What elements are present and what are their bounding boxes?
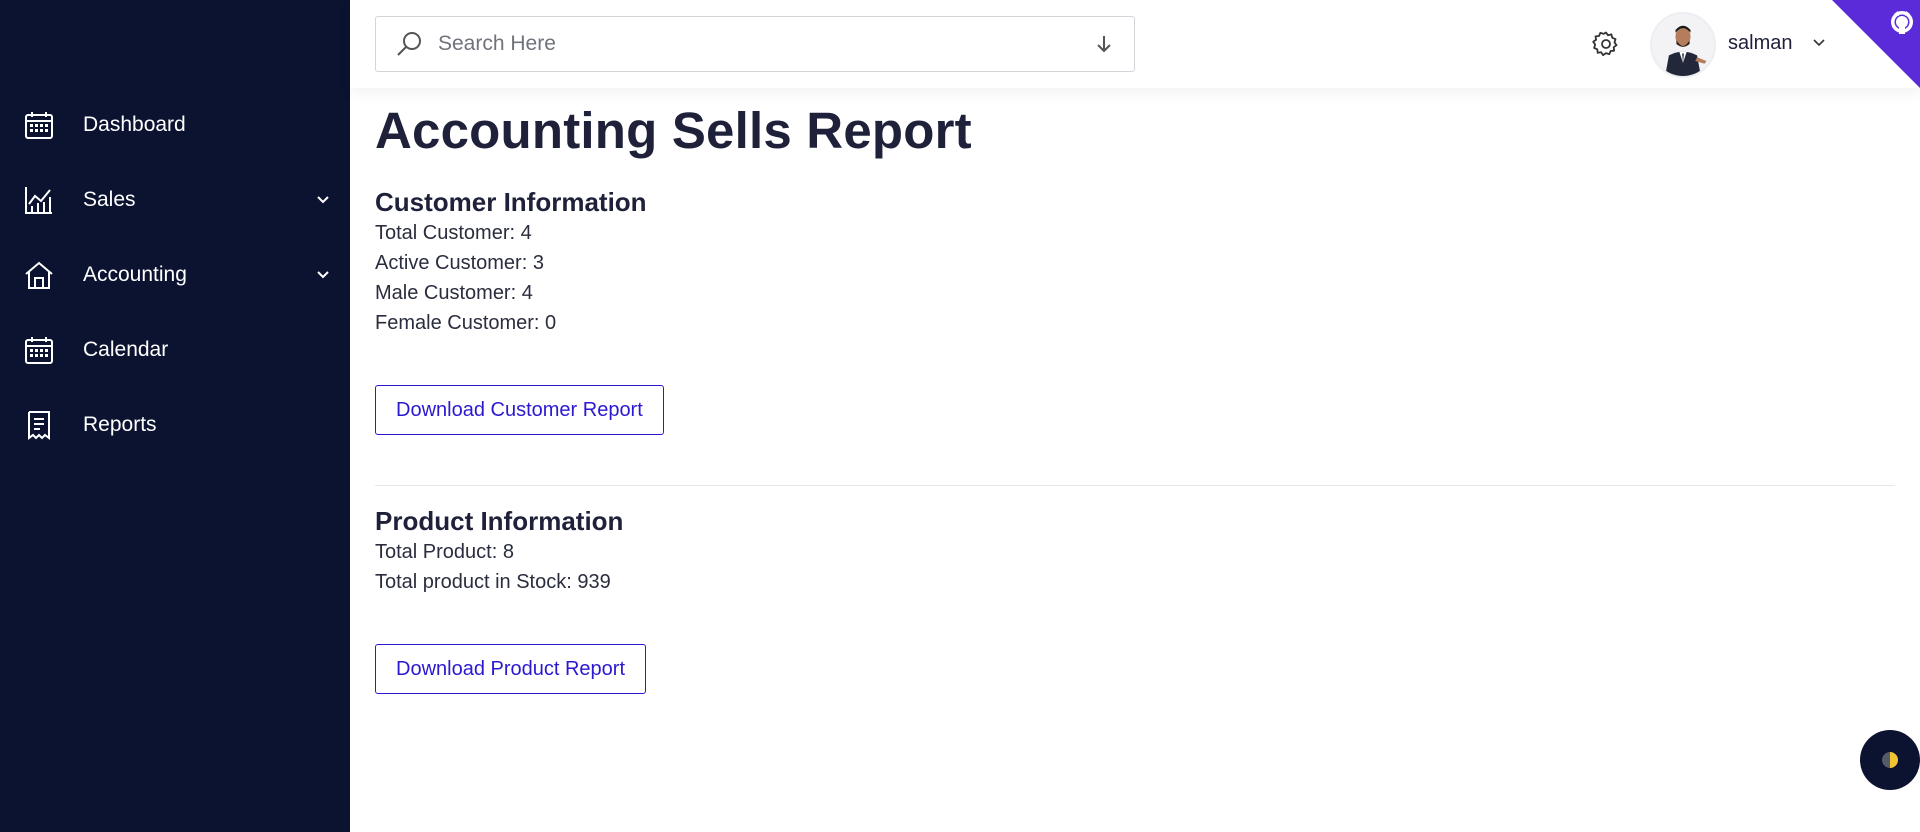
- download-product-report-button[interactable]: Download Product Report: [375, 644, 647, 694]
- sidebar-item-label: Accounting: [83, 262, 187, 286]
- sidebar-item-label: Dashboard: [83, 112, 186, 136]
- chevron-down-icon[interactable]: [314, 266, 332, 284]
- sidebar-item-sales[interactable]: Sales: [0, 162, 350, 237]
- arrow-down-icon[interactable]: [1092, 32, 1116, 56]
- search-icon[interactable]: [394, 29, 424, 59]
- receipt-icon: [22, 408, 56, 442]
- github-corner-banner[interactable]: [1832, 0, 1920, 88]
- calendar-icon: [22, 333, 56, 367]
- sidebar-item-reports[interactable]: Reports: [0, 387, 350, 462]
- sidebar: Dashboard Sales Accounting Calendar Repo…: [0, 0, 350, 832]
- sidebar-item-label: Calendar: [83, 337, 169, 361]
- sidebar-item-accounting[interactable]: Accounting: [0, 237, 350, 312]
- product-section: Product Information Total Product: 8 Tot…: [375, 506, 1895, 694]
- main-content: Accounting Sells Report Customer Informa…: [375, 88, 1895, 694]
- section-heading: Customer Information: [375, 187, 647, 217]
- chevron-down-icon[interactable]: [1812, 36, 1826, 50]
- search-bar: [375, 16, 1135, 72]
- half-moon-icon: [1882, 752, 1898, 768]
- sidebar-item-calendar[interactable]: Calendar: [0, 312, 350, 387]
- search-input[interactable]: [438, 32, 1092, 56]
- section-heading: Product Information: [375, 506, 624, 536]
- username[interactable]: salman: [1728, 32, 1792, 55]
- gear-icon[interactable]: [1592, 30, 1620, 58]
- page-title: Accounting Sells Report: [375, 102, 972, 159]
- download-customer-report-button[interactable]: Download Customer Report: [375, 385, 664, 435]
- top-header: salman: [350, 0, 1920, 88]
- sidebar-item-dashboard[interactable]: Dashboard: [0, 87, 350, 162]
- active-customer-text: Active Customer: 3: [375, 252, 544, 274]
- chart-icon: [22, 183, 56, 217]
- total-customer-text: Total Customer: 4: [375, 222, 532, 244]
- male-customer-text: Male Customer: 4: [375, 282, 533, 304]
- female-customer-text: Female Customer: 0: [375, 312, 557, 334]
- sidebar-item-label: Sales: [83, 187, 136, 211]
- sidebar-item-label: Reports: [83, 412, 157, 436]
- customer-section: Customer Information Total Customer: 4 A…: [375, 187, 1895, 435]
- home-icon: [22, 258, 56, 292]
- calendar-icon: [22, 108, 56, 142]
- divider: [375, 485, 1895, 486]
- stock-product-text: Total product in Stock: 939: [375, 571, 611, 593]
- chevron-down-icon[interactable]: [314, 191, 332, 209]
- theme-toggle-button[interactable]: [1860, 730, 1920, 790]
- avatar[interactable]: [1650, 12, 1716, 78]
- sidebar-nav: Dashboard Sales Accounting Calendar Repo…: [0, 87, 350, 462]
- total-product-text: Total Product: 8: [375, 541, 514, 563]
